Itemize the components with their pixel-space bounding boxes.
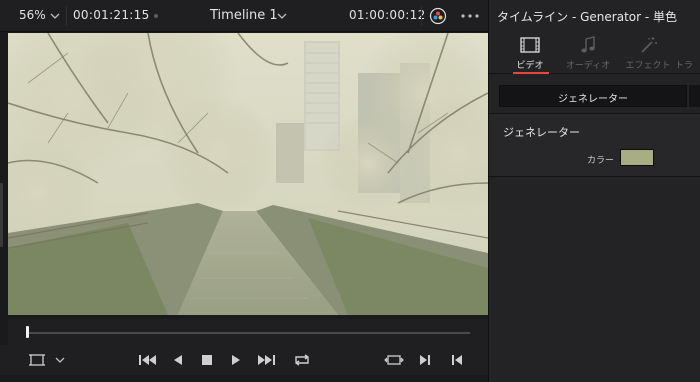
active-tab-indicator xyxy=(513,72,549,74)
viewer-mode-icon[interactable] xyxy=(27,351,47,369)
color-effects-icon[interactable] xyxy=(429,7,447,25)
transport-controls xyxy=(0,345,488,375)
next-edit-button[interactable] xyxy=(415,351,435,369)
chevron-down-icon xyxy=(55,357,65,363)
tab-video-label: ビデオ xyxy=(516,61,544,71)
tab-video[interactable]: ビデオ xyxy=(501,30,559,74)
divider xyxy=(421,6,422,26)
go-to-end-button[interactable] xyxy=(256,351,276,369)
viewer-header: 56% 00:01:21:15 Timeline 1 01:00:00:12 xyxy=(0,0,488,32)
go-to-start-button[interactable] xyxy=(138,351,158,369)
match-frame-icon xyxy=(384,355,404,365)
scrubber-track[interactable] xyxy=(28,332,470,334)
viewer-panel: 56% 00:01:21:15 Timeline 1 01:00:00:12 xyxy=(0,0,488,382)
status-dot xyxy=(154,14,158,18)
inspector-panel: タイムライン - Generator - 単色 ビデオ オーディオ エフェクト … xyxy=(488,0,700,382)
music-note-icon xyxy=(581,36,595,53)
inspector-title: タイムライン - Generator - 単色 xyxy=(497,10,678,24)
play-button[interactable] xyxy=(226,351,246,369)
stop-icon xyxy=(202,355,212,365)
timeline-chevron-down-icon[interactable] xyxy=(275,9,289,23)
video-frame[interactable] xyxy=(8,33,488,315)
left-edge-handle[interactable] xyxy=(0,183,3,247)
tab-audio-label: オーディオ xyxy=(565,61,611,71)
record-timecode: 01:00:00:12 xyxy=(349,8,426,22)
zoom-chevron-down-icon[interactable] xyxy=(48,9,62,23)
stop-button[interactable] xyxy=(197,351,217,369)
source-timecode: 00:01:21:15 xyxy=(73,8,150,22)
magic-wand-icon xyxy=(641,37,657,53)
match-frame-button[interactable] xyxy=(384,351,404,369)
crop-frame-icon xyxy=(29,354,45,366)
scrubber-bar[interactable] xyxy=(8,319,488,345)
tab-effects-label: エフェクト xyxy=(625,61,671,71)
film-icon xyxy=(520,37,540,53)
skip-back-icon xyxy=(139,355,156,365)
play-reverse-icon xyxy=(174,355,182,365)
previous-edit-button[interactable] xyxy=(447,351,467,369)
previous-edit-icon xyxy=(452,355,462,365)
subtab-overflow[interactable] xyxy=(689,85,700,107)
timeline-name[interactable]: Timeline 1 xyxy=(210,8,278,23)
tab-transition-label: トラ xyxy=(675,61,694,71)
inspector-tabs: ビデオ オーディオ エフェクト トラ xyxy=(489,30,700,74)
subtab-generator-label: ジェネレーター xyxy=(558,94,628,105)
section-title[interactable]: ジェネレーター xyxy=(503,124,580,140)
next-edit-icon xyxy=(420,355,430,365)
skip-forward-icon xyxy=(258,355,275,365)
color-swatch[interactable] xyxy=(620,149,654,166)
loop-icon xyxy=(294,354,310,366)
divider xyxy=(66,6,67,26)
tab-effects[interactable]: エフェクト xyxy=(619,30,677,74)
play-icon xyxy=(232,355,240,365)
more-options-icon[interactable] xyxy=(458,8,482,24)
generator-section: ジェネレーター カラー xyxy=(489,113,700,177)
subtab-generator[interactable]: ジェネレーター xyxy=(499,85,687,107)
color-label: カラー xyxy=(587,156,615,166)
loop-button[interactable] xyxy=(292,351,312,369)
video-frame-image xyxy=(8,33,488,315)
viewer-mode-chevron-down-icon[interactable] xyxy=(50,351,70,369)
tab-transition[interactable]: トラ xyxy=(671,30,700,74)
playhead-handle[interactable] xyxy=(26,326,29,338)
tab-audio[interactable]: オーディオ xyxy=(559,30,617,74)
zoom-level[interactable]: 56% xyxy=(19,8,46,22)
left-edge-strip xyxy=(0,33,8,382)
play-reverse-button[interactable] xyxy=(168,351,188,369)
